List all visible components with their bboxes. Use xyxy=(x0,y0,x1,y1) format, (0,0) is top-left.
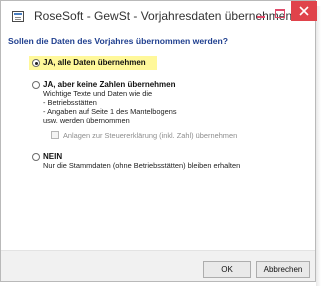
option-no-desc: Nur die Stammdaten (ohne Betriebsstätten… xyxy=(43,161,241,170)
radio-no-numbers[interactable] xyxy=(32,81,40,89)
screen: RoseSoft - GewSt - Vorjahresdaten überne… xyxy=(0,0,321,286)
close-icon xyxy=(299,6,309,16)
option-no-label[interactable]: NEIN xyxy=(43,152,62,161)
title-bar[interactable]: RoseSoft - GewSt - Vorjahresdaten überne… xyxy=(1,1,317,32)
minimize-button[interactable] xyxy=(255,7,269,21)
maximize-button[interactable] xyxy=(273,6,287,20)
option-no-numbers-desc-3: - Angaben auf Seite 1 des Mantelbogens xyxy=(43,107,177,116)
include-attachments-checkbox[interactable] xyxy=(51,131,59,139)
app-icon[interactable] xyxy=(12,11,24,22)
window-shadow xyxy=(316,6,321,286)
option-no-numbers-desc-2: - Betriebsstätten xyxy=(43,98,97,107)
ok-button[interactable]: OK xyxy=(203,261,251,278)
radio-no[interactable] xyxy=(32,153,40,161)
option-no-numbers-desc-4: usw. werden übernommen xyxy=(43,116,130,125)
close-button[interactable] xyxy=(291,1,317,21)
button-bar: OK Abbrechen xyxy=(1,250,315,281)
option-all-data-label[interactable]: JA, alle Daten übernehmen xyxy=(43,58,146,67)
question-heading: Sollen die Daten des Vorjahres übernomme… xyxy=(8,36,228,46)
cancel-button[interactable]: Abbrechen xyxy=(256,261,310,278)
include-attachments-label: Anlagen zur Steuererklärung (inkl. Zahl)… xyxy=(63,131,238,140)
option-no-numbers-label[interactable]: JA, aber keine Zahlen übernehmen xyxy=(43,80,175,89)
dialog-window: RoseSoft - GewSt - Vorjahresdaten überne… xyxy=(0,0,317,282)
option-no-numbers-desc-1: Wichtige Texte und Daten wie die xyxy=(43,89,153,98)
radio-all-data[interactable] xyxy=(32,59,40,67)
window-title: RoseSoft - GewSt - Vorjahresdaten überne… xyxy=(34,9,293,23)
